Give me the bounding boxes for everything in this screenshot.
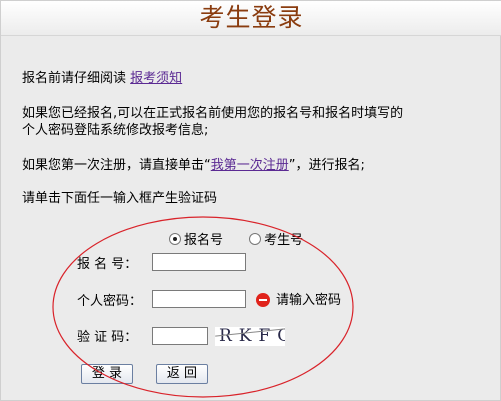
first-register-suffix: ”，进行报名;: [288, 158, 365, 173]
highlight-oval: [52, 216, 354, 398]
first-register-notice: 如果您第一次注册，请直接单击“我第一次注册”，进行报名;: [22, 157, 365, 175]
read-notice: 报名前请仔细阅读 报考须知: [22, 70, 182, 88]
existing-line-1: 如果您已经报名,可以在正式报名前使用您的报名号和报名时填写的: [22, 106, 404, 121]
captcha-hint: 请单击下面任一输入框产生验证码: [22, 191, 218, 206]
read-notice-text: 报名前请仔细阅读: [22, 71, 127, 86]
exam-notice-link[interactable]: 报考须知: [130, 71, 182, 86]
existing-line-2: 个人密码登陆系统修改报考信息;: [22, 123, 209, 138]
page-title: 考生登录: [199, 3, 304, 32]
first-register-prefix: 如果您第一次注册，请直接单击“: [22, 158, 211, 173]
first-register-link[interactable]: 我第一次注册: [211, 158, 289, 173]
login-panel: 考生登录 报名前请仔细阅读 报考须知 如果您已经报名,可以在正式报名前使用您的报…: [0, 0, 501, 401]
